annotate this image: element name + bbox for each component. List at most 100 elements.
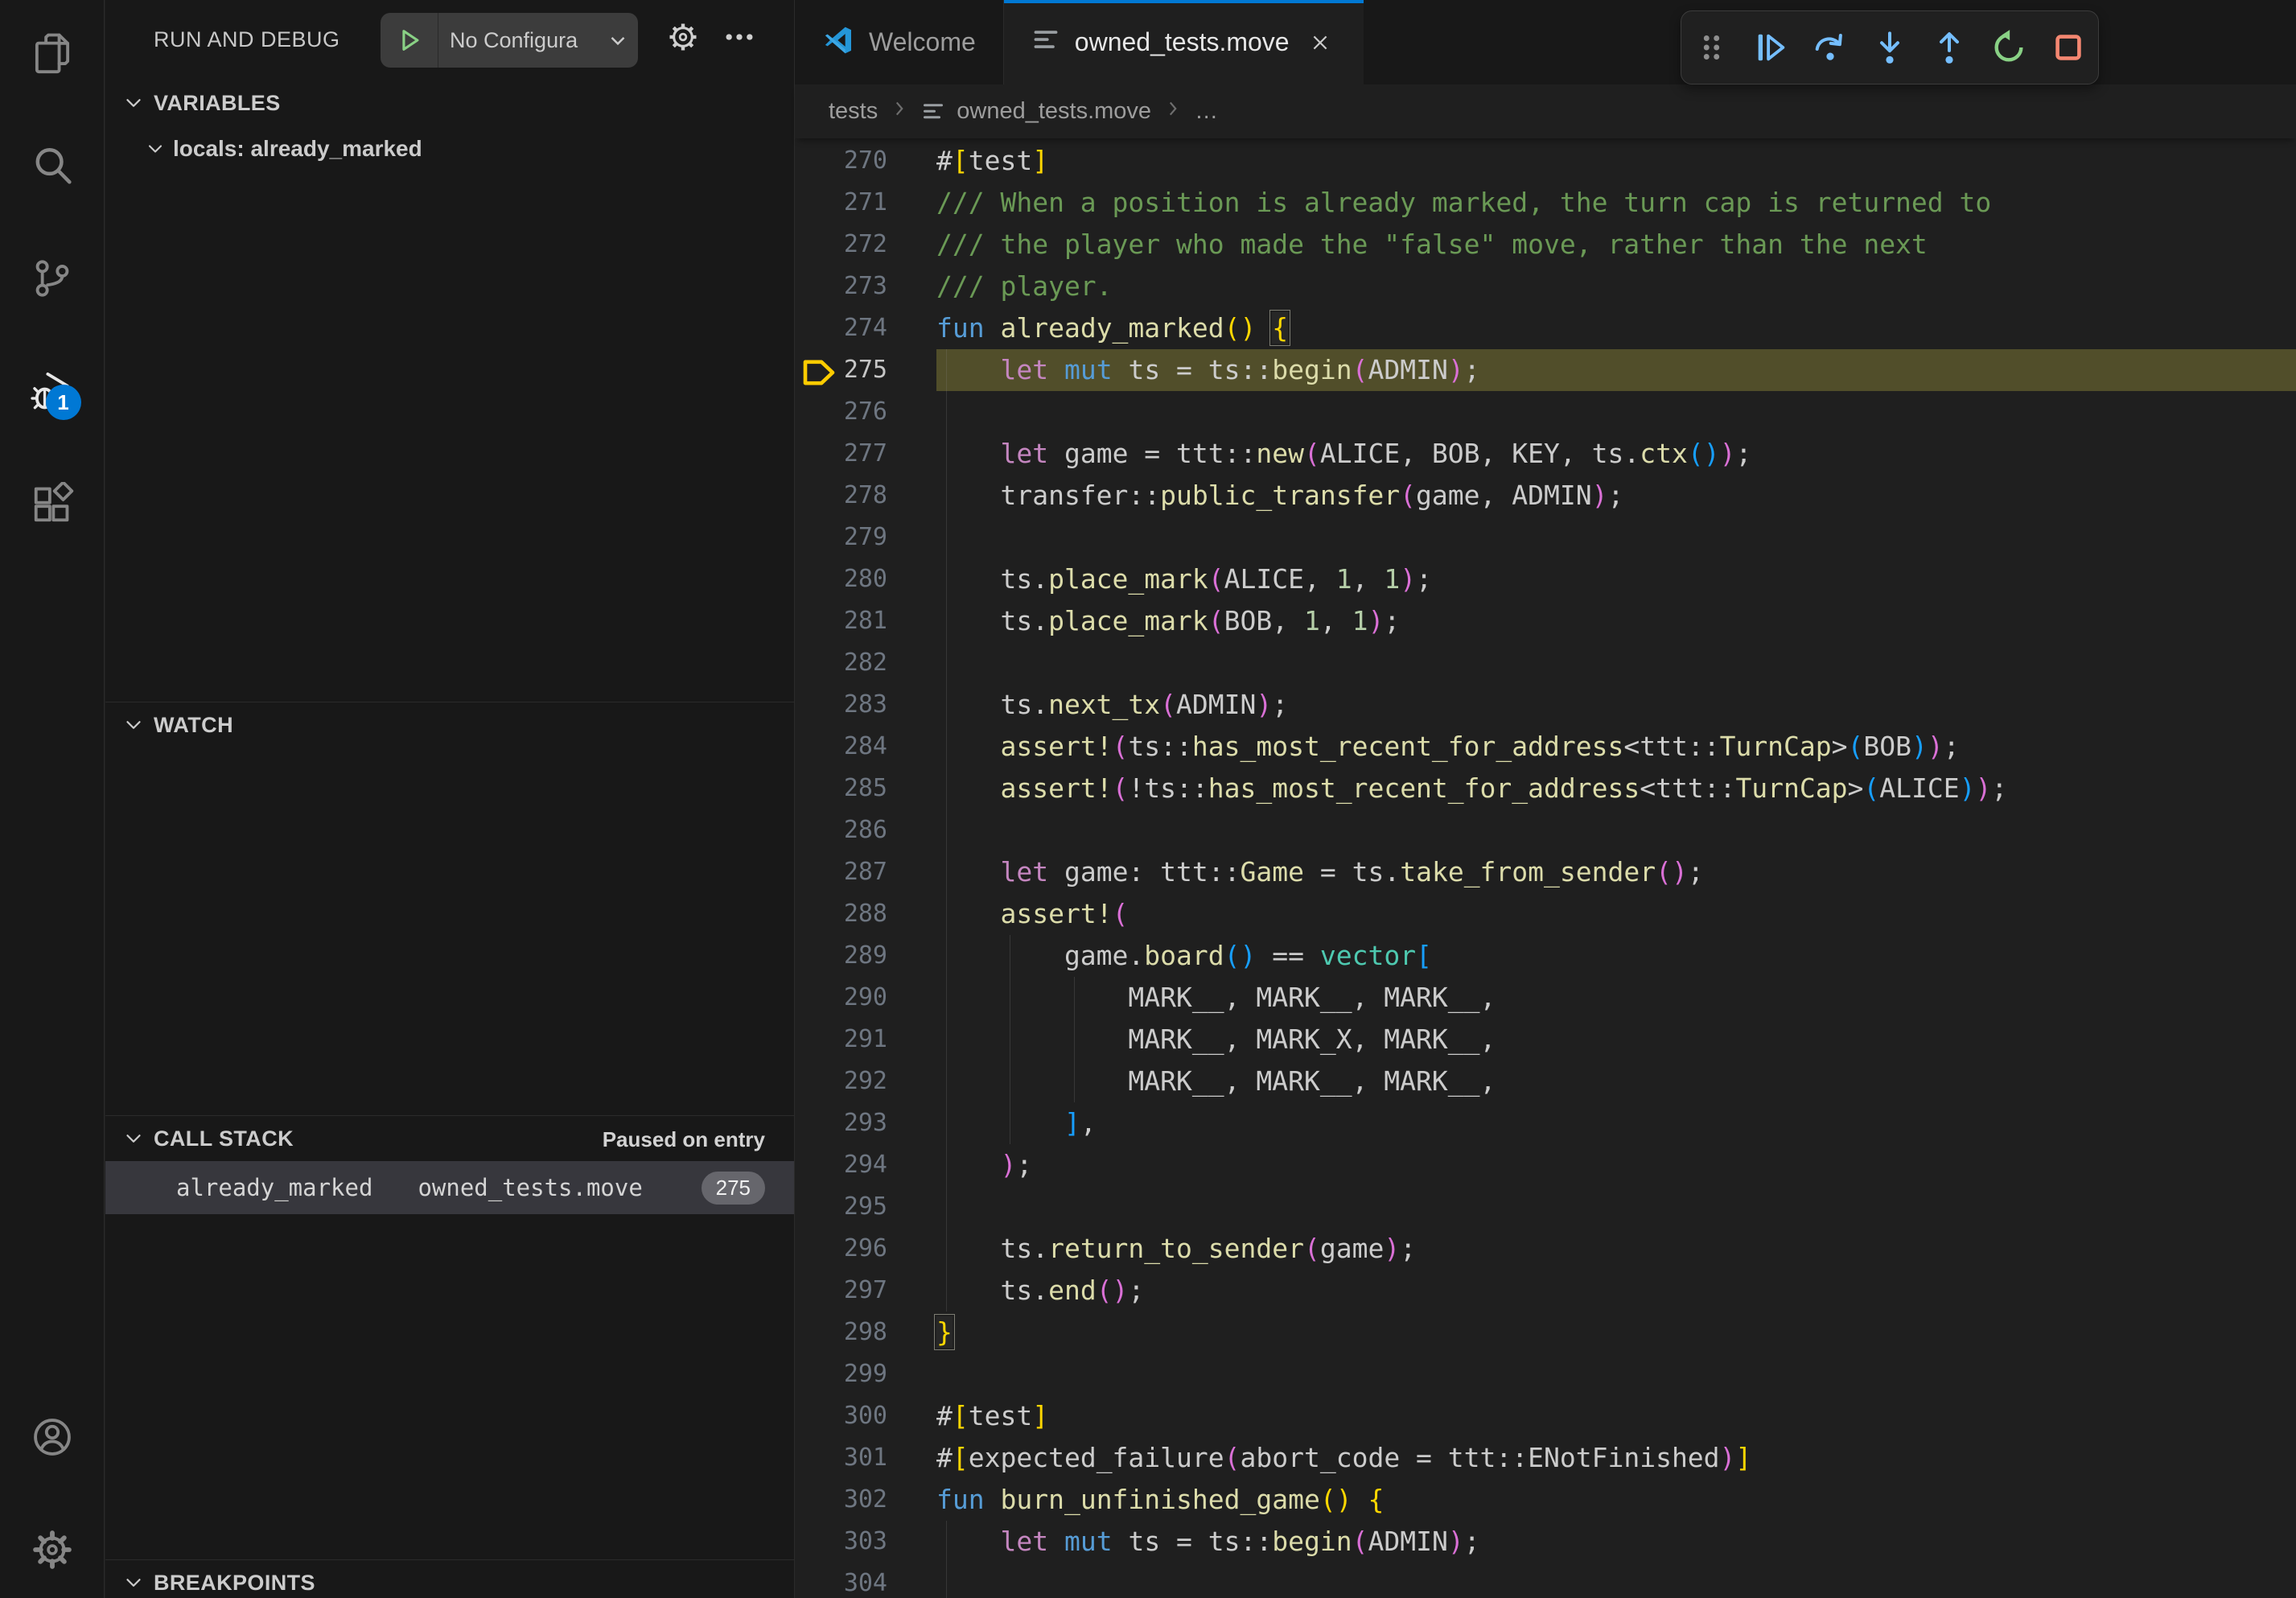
line-number[interactable]: 272 <box>844 224 887 266</box>
code-line[interactable]: 301#[expected_failure(abort_code = ttt::… <box>795 1437 2296 1479</box>
line-number[interactable]: 304 <box>844 1563 887 1598</box>
account-button[interactable] <box>30 1416 75 1461</box>
code-line[interactable]: 297 ts.end(); <box>795 1270 2296 1312</box>
line-number[interactable]: 280 <box>844 558 887 600</box>
line-gutter[interactable]: 300 <box>795 1395 936 1437</box>
code-line[interactable]: 287 let game: ttt::Game = ts.take_from_s… <box>795 851 2296 893</box>
code-line[interactable]: 272/// the player who made the "false" m… <box>795 224 2296 266</box>
code-line[interactable]: 295 <box>795 1186 2296 1228</box>
line-gutter[interactable]: 298 <box>795 1312 936 1353</box>
code-line[interactable]: 275 let mut ts = ts::begin(ADMIN); <box>795 349 2296 391</box>
line-gutter[interactable]: 301 <box>795 1437 936 1479</box>
code-line[interactable]: 280 ts.place_mark(ALICE, 1, 1); <box>795 558 2296 600</box>
line-gutter[interactable]: 304 <box>795 1563 936 1598</box>
line-gutter[interactable]: 302 <box>795 1479 936 1521</box>
line-number[interactable]: 276 <box>844 391 887 433</box>
line-number[interactable]: 300 <box>844 1395 887 1437</box>
code-line[interactable]: 296 ts.return_to_sender(game); <box>795 1228 2296 1270</box>
line-gutter[interactable]: 277 <box>795 433 936 475</box>
stop-button[interactable] <box>2050 27 2087 68</box>
line-gutter[interactable]: 272 <box>795 224 936 266</box>
line-number[interactable]: 296 <box>844 1228 887 1270</box>
line-gutter[interactable]: 297 <box>795 1270 936 1312</box>
line-gutter[interactable]: 303 <box>795 1521 936 1563</box>
line-gutter[interactable]: 286 <box>795 809 936 851</box>
code-line[interactable]: 273/// player. <box>795 266 2296 307</box>
line-gutter[interactable]: 281 <box>795 600 936 642</box>
locals-scope-row[interactable]: locals: already_marked <box>105 126 794 172</box>
code-line[interactable]: 290 MARK__, MARK__, MARK__, <box>795 977 2296 1019</box>
code-line[interactable]: 277 let game = ttt::new(ALICE, BOB, KEY,… <box>795 433 2296 475</box>
code-line[interactable]: 292 MARK__, MARK__, MARK__, <box>795 1061 2296 1102</box>
debug-settings-button[interactable] <box>662 18 704 60</box>
line-number[interactable]: 289 <box>844 935 887 977</box>
line-number[interactable]: 295 <box>844 1186 887 1228</box>
line-number[interactable]: 285 <box>844 768 887 809</box>
line-number[interactable]: 297 <box>844 1270 887 1312</box>
close-icon[interactable] <box>1304 27 1336 59</box>
line-number[interactable]: 281 <box>844 600 887 642</box>
line-gutter[interactable]: 294 <box>795 1144 936 1186</box>
breakpoints-section-header[interactable]: BREAKPOINTS <box>105 1560 794 1598</box>
line-number[interactable]: 283 <box>844 684 887 726</box>
line-number[interactable]: 270 <box>844 140 887 182</box>
drag-handle-icon[interactable] <box>1693 27 1730 68</box>
line-number[interactable]: 290 <box>844 977 887 1019</box>
step-over-button[interactable] <box>1812 27 1849 68</box>
settings-button[interactable] <box>30 1529 75 1574</box>
breadcrumb-item-file[interactable]: owned_tests.move <box>957 98 1151 125</box>
line-number[interactable]: 273 <box>844 266 887 307</box>
line-gutter[interactable]: 291 <box>795 1019 936 1061</box>
sidebar-item-explorer[interactable] <box>30 32 75 77</box>
sidebar-item-extensions[interactable] <box>30 483 75 528</box>
line-number[interactable]: 294 <box>844 1144 887 1186</box>
line-gutter[interactable]: 275 <box>795 349 936 391</box>
code-line[interactable]: 289 game.board() == vector[ <box>795 935 2296 977</box>
line-number[interactable]: 284 <box>844 726 887 768</box>
continue-button[interactable] <box>1752 27 1789 68</box>
line-number[interactable]: 275 <box>844 349 887 391</box>
code-line[interactable]: 282 <box>795 642 2296 684</box>
line-number[interactable]: 288 <box>844 893 887 935</box>
line-number[interactable]: 277 <box>844 433 887 475</box>
line-gutter[interactable]: 287 <box>795 851 936 893</box>
line-number[interactable]: 279 <box>844 517 887 558</box>
start-debug-button[interactable]: No Configura <box>381 13 638 68</box>
code-line[interactable]: 279 <box>795 517 2296 558</box>
line-gutter[interactable]: 283 <box>795 684 936 726</box>
line-gutter[interactable]: 293 <box>795 1102 936 1144</box>
line-number[interactable]: 301 <box>844 1437 887 1479</box>
line-number[interactable]: 274 <box>844 307 887 349</box>
line-number[interactable]: 287 <box>844 851 887 893</box>
line-number[interactable]: 278 <box>844 475 887 517</box>
play-icon[interactable] <box>381 13 438 68</box>
watch-section-header[interactable]: WATCH <box>105 702 794 748</box>
line-number[interactable]: 291 <box>844 1019 887 1061</box>
line-gutter[interactable]: 292 <box>795 1061 936 1102</box>
line-gutter[interactable]: 282 <box>795 642 936 684</box>
code-line[interactable]: 294 ); <box>795 1144 2296 1186</box>
line-number[interactable]: 282 <box>844 642 887 684</box>
step-into-button[interactable] <box>1871 27 1908 68</box>
code-line[interactable]: 300#[test] <box>795 1395 2296 1437</box>
code-line[interactable]: 291 MARK__, MARK_X, MARK__, <box>795 1019 2296 1061</box>
tab-owned-tests-move[interactable]: owned_tests.move <box>1004 0 1364 84</box>
line-gutter[interactable]: 296 <box>795 1228 936 1270</box>
line-gutter[interactable]: 290 <box>795 977 936 1019</box>
code-line[interactable]: 304 <box>795 1563 2296 1598</box>
code-line[interactable]: 274fun already_marked() { <box>795 307 2296 349</box>
code-line[interactable]: 288 assert!( <box>795 893 2296 935</box>
line-number[interactable]: 292 <box>844 1061 887 1102</box>
sidebar-item-run-and-debug[interactable]: 1 <box>30 370 75 415</box>
line-gutter[interactable]: 273 <box>795 266 936 307</box>
line-gutter[interactable]: 280 <box>795 558 936 600</box>
sidebar-item-source-control[interactable] <box>30 257 75 303</box>
code-line[interactable]: 293 ], <box>795 1102 2296 1144</box>
line-gutter[interactable]: 288 <box>795 893 936 935</box>
line-gutter[interactable]: 295 <box>795 1186 936 1228</box>
variables-section-header[interactable]: VARIABLES <box>105 80 794 126</box>
code-line[interactable]: 283 ts.next_tx(ADMIN); <box>795 684 2296 726</box>
line-number[interactable]: 302 <box>844 1479 887 1521</box>
line-gutter[interactable]: 278 <box>795 475 936 517</box>
code-line[interactable]: 271/// When a position is already marked… <box>795 182 2296 224</box>
